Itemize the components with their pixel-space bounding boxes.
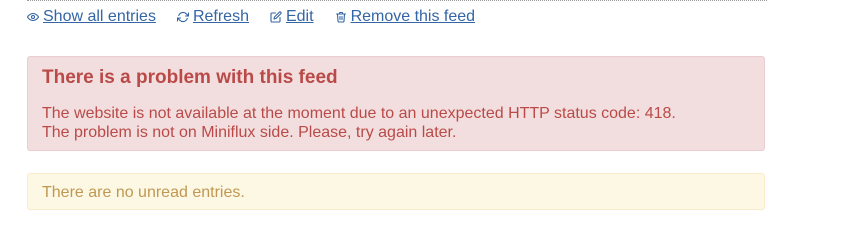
refresh-label: Refresh — [192, 8, 249, 25]
error-alert-line-1: The website is not available at the mome… — [42, 105, 676, 122]
refresh-icon — [176, 11, 189, 23]
no-unread-entries-message: There are no unread entries. — [42, 184, 245, 201]
error-alert-line-2: The problem is not on Miniflux side. Ple… — [42, 124, 457, 141]
show-all-entries-label: Show all entries — [43, 8, 156, 25]
trash-icon — [335, 11, 346, 23]
remove-feed-label: Remove this feed — [350, 8, 476, 25]
edit-label: Edit — [285, 8, 314, 25]
error-alert-message: The website is not available at the mome… — [42, 104, 676, 142]
remove-feed-link[interactable]: Remove this feed — [335, 7, 476, 27]
feed-page: Show all entries Refresh Edit Remove thi… — [0, 0, 854, 245]
feed-error-alert: There is a problem with this feed The we… — [27, 56, 765, 151]
error-alert-title: There is a problem with this feed — [42, 67, 338, 88]
show-all-entries-link[interactable]: Show all entries — [27, 7, 156, 27]
eye-icon — [27, 12, 39, 22]
edit-icon — [270, 11, 282, 23]
top-divider — [27, 0, 767, 1]
refresh-link[interactable]: Refresh — [176, 7, 249, 27]
feed-actions-bar: Show all entries Refresh Edit Remove thi… — [27, 7, 475, 27]
edit-link[interactable]: Edit — [270, 7, 314, 27]
no-unread-entries-alert: There are no unread entries. — [27, 173, 765, 210]
